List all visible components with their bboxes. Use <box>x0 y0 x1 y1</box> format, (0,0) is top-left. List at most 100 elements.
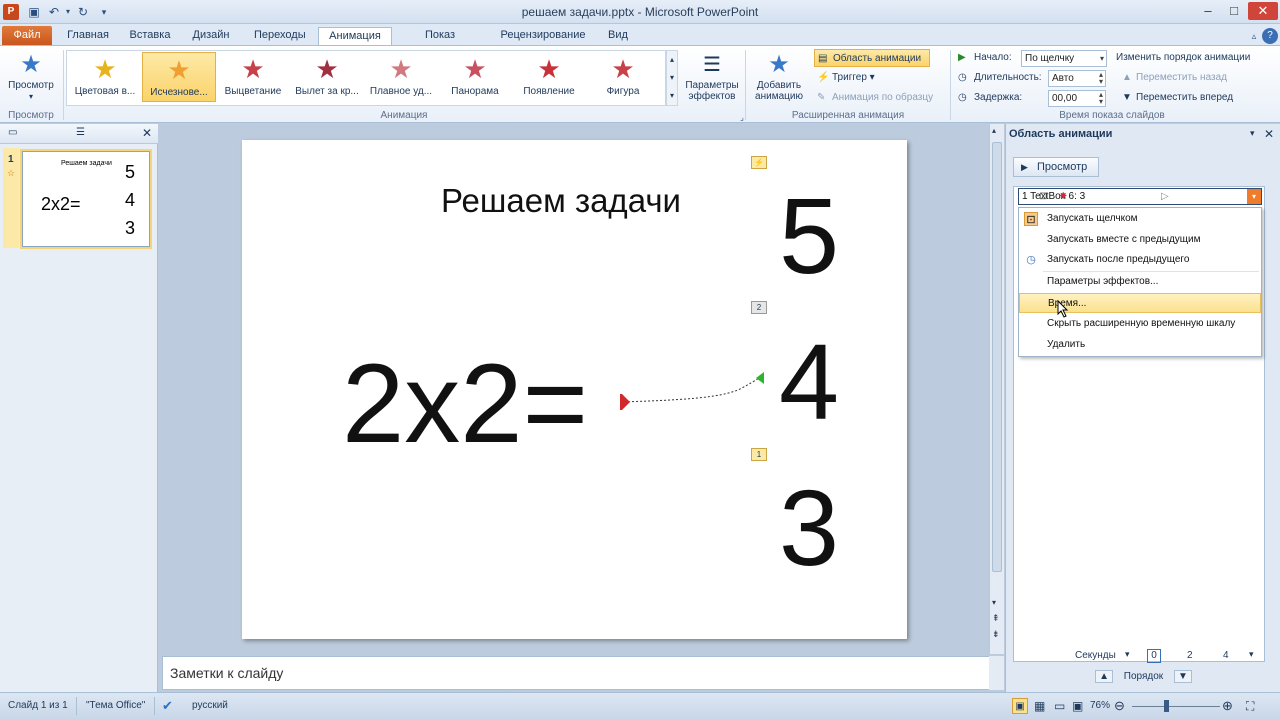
effect-star-icon: ★ <box>315 54 339 84</box>
notes-field[interactable]: Заметки к слайду <box>162 656 990 690</box>
tab-view[interactable]: Вид <box>602 27 634 46</box>
animation-item[interactable]: 1 TextBox 6: 3 ⊡ ✸ ▷ ▾ <box>1018 188 1262 205</box>
gallery-effect-1[interactable]: ★ Цветовая в... <box>68 52 142 102</box>
zoom-slider[interactable] <box>1132 706 1220 707</box>
play-button[interactable]: ▶ Просмотр <box>1013 157 1099 177</box>
chevron-down-icon[interactable]: ▾ <box>1125 649 1130 660</box>
slides-tab-icon[interactable]: ▭ <box>8 127 17 138</box>
answer-4[interactable]: 4 <box>779 322 839 442</box>
menu-start-after-previous[interactable]: ◷ Запускать после предыдущего <box>1019 250 1261 270</box>
notes-scrollbar[interactable] <box>989 656 1004 690</box>
tab-home[interactable]: Главная <box>60 27 116 46</box>
fit-slide-icon[interactable]: ⛶ <box>1246 698 1254 714</box>
slide-title[interactable]: Решаем задачи <box>441 182 681 220</box>
thumb-expr: 2x2= <box>41 194 81 214</box>
add-animation-button[interactable]: ★ Добавить анимацию <box>748 50 810 102</box>
zoom-in-icon[interactable]: ⊕ <box>1222 698 1233 714</box>
slide-thumbnail[interactable]: Решаем задачи 2x2= 5 4 3 <box>22 151 150 247</box>
tab-animation[interactable]: Анимация <box>318 27 392 47</box>
chevron-down-icon[interactable]: ▾ <box>1249 649 1254 660</box>
tab-insert[interactable]: Вставка <box>122 27 178 46</box>
close-icon[interactable]: ✕ <box>1248 2 1278 20</box>
trigger-button[interactable]: ⚡ Триггер ▾ <box>814 69 875 87</box>
move-down-icon[interactable]: ▼ <box>1173 670 1192 683</box>
effect-label: Выцветание <box>224 86 282 97</box>
scroll-up-icon[interactable]: ▴ <box>992 126 996 135</box>
tab-transitions[interactable]: Переходы <box>248 27 310 46</box>
menu-remove[interactable]: Удалить <box>1019 335 1261 355</box>
animation-tag-1[interactable]: 1 <box>751 448 767 461</box>
gallery-effect-8[interactable]: ★ Фигура <box>586 52 660 102</box>
answer-5[interactable]: 5 <box>779 176 839 296</box>
menu-hide-timeline[interactable]: Скрыть расширенную временную шкалу <box>1019 314 1261 334</box>
prev-slide-icon[interactable]: ⇞ <box>992 614 1000 623</box>
minimize-icon[interactable]: – <box>1196 2 1220 20</box>
timeline-tick-0[interactable]: 0 <box>1147 649 1161 663</box>
help-icon[interactable]: ? <box>1262 28 1278 44</box>
chevron-down-icon: ▾ <box>1099 54 1104 63</box>
ribbon-tabs: Файл Главная Вставка Дизайн Переходы Ани… <box>0 24 1280 58</box>
effect-star-icon: ★ <box>389 54 413 84</box>
effect-star-icon: ★ <box>93 54 117 84</box>
outline-tab-icon[interactable]: ☰ <box>76 127 85 138</box>
scroll-down-icon[interactable]: ▾ <box>992 598 996 607</box>
motion-path[interactable] <box>612 364 772 414</box>
tab-file[interactable]: Файл <box>2 26 52 46</box>
gallery-effect-3[interactable]: ★ Выцветание <box>216 52 290 102</box>
move-back-button[interactable]: ▲ Переместить назад <box>1122 69 1227 87</box>
effect-label: Фигура <box>606 86 640 97</box>
normal-view-icon[interactable]: ▣ <box>1012 698 1028 714</box>
gallery-scroll[interactable]: ▴ ▾ ▾ <box>666 50 678 106</box>
menu-timing[interactable]: Время... <box>1019 293 1261 313</box>
slides-pane-header: ▭ ☰ ✕ <box>0 124 158 144</box>
gallery-effect-5[interactable]: ★ Плавное уд... <box>364 52 438 102</box>
preview-button[interactable]: ★ Просмотр ▾ <box>4 50 58 102</box>
gallery-effect-2[interactable]: ★ Исчезнове... <box>142 52 216 102</box>
tab-slideshow[interactable]: Показ слайдов <box>398 27 482 58</box>
chevron-down-icon[interactable]: ▾ <box>1247 189 1261 204</box>
divider <box>745 50 746 120</box>
gallery-effect-6[interactable]: ★ Панорама <box>438 52 512 102</box>
close-icon[interactable]: ✕ <box>142 126 152 140</box>
animation-pane-button[interactable]: ▤ Область анимации <box>814 49 930 67</box>
start-value: По щелчку <box>1025 53 1075 64</box>
answer-3[interactable]: 3 <box>779 468 839 588</box>
vertical-scrollbar[interactable]: ▴ ▾ ⇞ ⇟ <box>989 124 1004 654</box>
zoom-out-icon[interactable]: ⊖ <box>1114 698 1125 714</box>
tab-review[interactable]: Рецензирование <box>494 27 592 46</box>
duration-stepper[interactable]: Авто ▴ ▾ <box>1048 70 1106 87</box>
slideshow-view-icon[interactable]: ▣ <box>1072 698 1083 714</box>
animation-tag-2[interactable]: 2 <box>751 301 767 314</box>
maximize-icon[interactable]: □ <box>1222 2 1246 20</box>
language[interactable]: русский <box>192 698 228 714</box>
gallery-effect-7[interactable]: ★ Появление <box>512 52 586 102</box>
trigger-tag-icon[interactable]: ⚡ <box>751 156 767 169</box>
scroll-thumb[interactable] <box>992 142 1002 572</box>
sorter-view-icon[interactable]: ▦ <box>1034 698 1045 714</box>
menu-label: Параметры эффектов... <box>1047 276 1159 287</box>
spinner-icon: ▴ ▾ <box>1098 90 1103 106</box>
menu-start-on-click[interactable]: ⊡ Запускать щелчком <box>1019 209 1261 229</box>
menu-effect-options[interactable]: Параметры эффектов... <box>1019 272 1261 292</box>
move-forward-button[interactable]: ▼ Переместить вперед <box>1122 89 1233 107</box>
menu-start-with-previous[interactable]: Запускать вместе с предыдущим <box>1019 230 1261 250</box>
tab-design[interactable]: Дизайн <box>186 27 236 46</box>
spellcheck-icon[interactable]: ✔ <box>162 698 173 714</box>
slide-canvas[interactable]: Решаем задачи 2x2= 5 4 3 ⚡ 2 1 <box>242 140 907 639</box>
effect-params-button[interactable]: ☰ Параметры эффектов <box>682 50 742 102</box>
delay-stepper[interactable]: 00,00 ▴ ▾ <box>1048 90 1106 107</box>
gallery-effect-4[interactable]: ★ Вылет за кр... <box>290 52 364 102</box>
next-slide-icon[interactable]: ⇟ <box>992 630 1000 639</box>
chevron-down-icon[interactable]: ▾ <box>1250 128 1255 139</box>
move-up-icon[interactable]: ▲ <box>1095 670 1114 683</box>
zoom-slider-handle[interactable] <box>1164 700 1169 712</box>
close-icon[interactable]: ✕ <box>1264 127 1274 141</box>
animation-painter-button[interactable]: ✎ Анимация по образцу <box>814 89 933 107</box>
theme-name[interactable]: "Тема Office" <box>86 698 145 714</box>
effect-star-icon: ✸ <box>1059 191 1068 202</box>
start-select[interactable]: По щелчку ▾ <box>1021 50 1107 67</box>
slide-expression[interactable]: 2x2= <box>342 344 588 464</box>
reading-view-icon[interactable]: ▭ <box>1054 698 1065 714</box>
minimize-ribbon-icon[interactable]: ▵ <box>1246 28 1262 44</box>
zoom-level[interactable]: 76% <box>1090 698 1110 714</box>
